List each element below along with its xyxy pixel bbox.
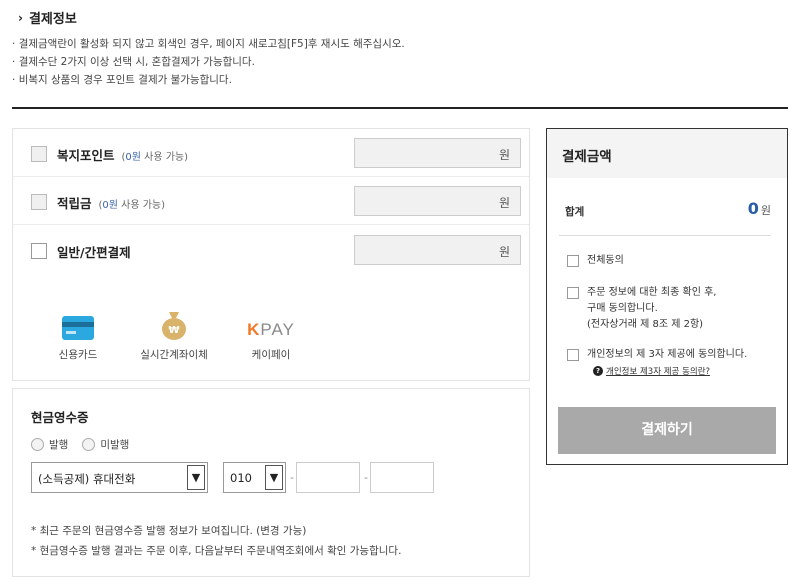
summary-title: 결제금액 (562, 149, 612, 165)
general-payment-label: 일반/간편결제 (57, 245, 131, 260)
reserve-row: 적립금 (0원 사용 가능) 원 (13, 177, 529, 225)
method-kpay-label: 케이페이 (251, 349, 291, 361)
chevron-right-icon: › (18, 10, 23, 25)
welfare-point-label: 복지포인트 (57, 148, 115, 163)
credit-card-icon (53, 307, 103, 341)
receipt-type-select[interactable]: (소득공제) 휴대전화 ▼ (31, 462, 208, 493)
no-issue-radio[interactable]: 미발행 (82, 437, 129, 452)
summary-header: 결제금액 (547, 129, 787, 178)
reserve-checkbox[interactable] (31, 194, 47, 210)
info-note: 결제수단 2가지 이상 선택 시, 혼합결제가 가능합니다. (12, 53, 405, 71)
checkbox-box (567, 255, 579, 267)
radio-circle (82, 438, 96, 451)
kpay-logo-pay: PAY (260, 320, 295, 339)
welfare-point-row: 복지포인트 (0원 사용 가능) 원 (13, 129, 529, 177)
payment-method-panel: 복지포인트 (0원 사용 가능) 원 적립금 (0원 사용 가능) 원 일반/간… (12, 128, 530, 381)
svg-text:₩: ₩ (168, 325, 179, 336)
cash-receipt-note: 현금영수증 발행 결과는 주문 이후, 다음날부터 주문내역조회에서 확인 가능… (31, 541, 402, 561)
checkbox-box (567, 287, 579, 299)
section-title-text: 결제정보 (28, 12, 77, 27)
info-note: 비복지 상품의 경우 포인트 결제가 불가능합니다. (12, 71, 405, 89)
total-amount: 0원 (747, 199, 771, 218)
pay-button[interactable]: 결제하기 (558, 407, 776, 454)
privacy-help-link[interactable]: 개인정보 제3자 제공 동의란? (606, 365, 710, 377)
reserve-label: 적립금 (57, 196, 92, 211)
section-title: › 결제정보 (18, 8, 77, 28)
phone-dash: - (364, 471, 368, 484)
total-label: 합계 (565, 206, 585, 218)
cash-receipt-title: 현금영수증 (31, 410, 89, 425)
issue-radio[interactable]: 발행 (31, 437, 68, 452)
agree-order-checkbox[interactable]: 주문 정보에 대한 최종 확인 후, 구매 동의합니다. (전자상거래 제 8조… (567, 285, 716, 333)
cash-receipt-options: 발행 미발행 (31, 437, 129, 452)
phone-dash: - (290, 471, 294, 484)
general-payment-row: 일반/간편결제 원 (13, 226, 529, 274)
method-credit-card-label: 신용카드 (58, 349, 98, 361)
summary-divider (559, 235, 771, 236)
reserve-available: (0원 사용 가능) (98, 200, 166, 211)
general-payment-checkbox[interactable] (31, 243, 47, 259)
checkbox-box (567, 349, 579, 361)
method-kpay[interactable]: KPAY 케이페이 (241, 307, 301, 362)
method-bank-transfer[interactable]: ₩ 실시간계좌이체 (136, 307, 212, 362)
question-icon: ? (593, 366, 603, 376)
chevron-down-icon: ▼ (187, 465, 205, 490)
reserve-amount-input[interactable]: 원 (354, 186, 521, 216)
section-divider (12, 107, 788, 109)
general-payment-amount-input[interactable]: 원 (354, 235, 521, 265)
info-note: 결제금액란이 활성화 되지 않고 회색인 경우, 페이지 새로고침[F5]후 재… (12, 35, 405, 53)
money-bag-icon: ₩ (136, 307, 212, 341)
radio-circle (31, 438, 44, 451)
welfare-point-checkbox[interactable] (31, 146, 47, 162)
agree-privacy-checkbox[interactable]: 개인정보의 제 3자 제공에 동의합니다. (567, 347, 747, 363)
welfare-point-available: (0원 사용 가능) (121, 152, 189, 163)
method-credit-card[interactable]: 신용카드 (53, 307, 103, 362)
cash-receipt-note: 최근 주문의 현금영수증 발행 정보가 보여집니다. (변경 가능) (31, 521, 401, 541)
chevron-down-icon: ▼ (265, 465, 283, 490)
kpay-logo-k: K (247, 320, 261, 339)
payment-methods: 신용카드 ₩ 실시간계좌이체 KPAY 케이페이 (13, 295, 529, 375)
cash-receipt-notes: 최근 주문의 현금영수증 발행 정보가 보여집니다. (변경 가능) 현금영수증… (31, 521, 402, 561)
agree-all-checkbox[interactable]: 전체동의 (567, 253, 624, 269)
phone-middle-input[interactable] (296, 462, 360, 493)
kpay-logo: KPAY (241, 307, 301, 341)
info-notes: 결제금액란이 활성화 되지 않고 회색인 경우, 페이지 새로고침[F5]후 재… (12, 35, 405, 89)
welfare-point-amount-input[interactable]: 원 (354, 138, 521, 168)
cash-receipt-panel: 현금영수증 발행 미발행 (소득공제) 휴대전화 ▼ 010 ▼ - - 최근 … (12, 388, 530, 577)
phone-prefix-select[interactable]: 010 ▼ (223, 462, 286, 493)
method-bank-transfer-label: 실시간계좌이체 (140, 349, 208, 361)
privacy-help: ? 개인정보 제3자 제공 동의란? (593, 365, 710, 377)
phone-last-input[interactable] (370, 462, 434, 493)
payment-summary-panel: 결제금액 합계 0원 전체동의 주문 정보에 대한 최종 확인 후, 구매 동의… (546, 128, 788, 465)
